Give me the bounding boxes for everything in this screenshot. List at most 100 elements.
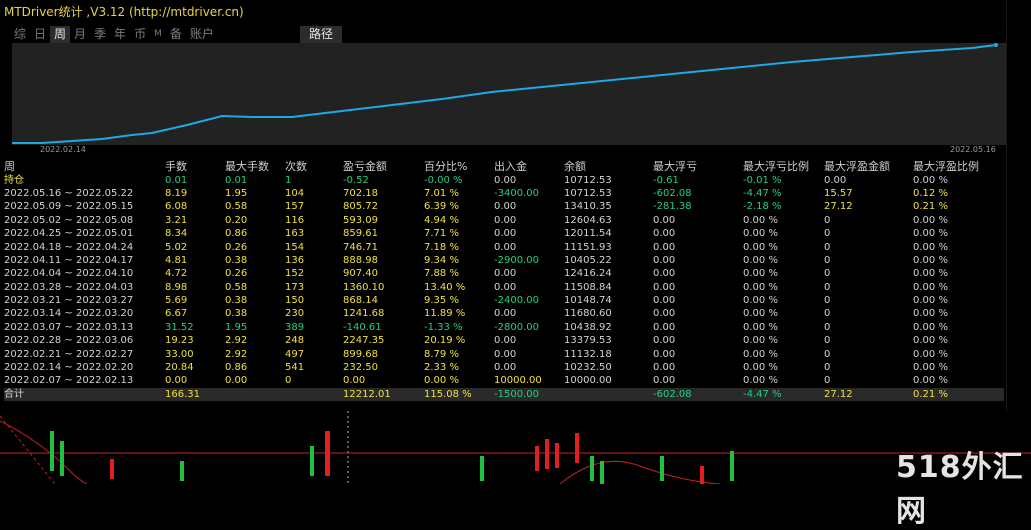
table-row[interactable]: 2022.04.04 ~ 2022.04.10 4.72 0.26 152 907.40…: [4, 267, 1004, 280]
header-week[interactable]: 周: [4, 160, 165, 173]
cell-max-float-loss-ratio: -0.01 %: [743, 174, 782, 186]
cell-balance: 10405.22: [564, 254, 612, 266]
cell-max-float-loss: 0.00: [653, 348, 676, 360]
table-row[interactable]: 2022.04.18 ~ 2022.04.24 5.02 0.26 154 746.71…: [4, 240, 1004, 253]
cell-balance: 10712.53: [564, 187, 612, 199]
total-deposit: -1500.00: [494, 387, 564, 402]
cell-max-lots: 0.86: [225, 228, 248, 240]
price-scale: [1006, 0, 1031, 411]
cell-deposit: 0.00: [494, 241, 517, 253]
candle: [60, 441, 64, 476]
cell-deposit: -2900.00: [494, 254, 539, 266]
total-count: [285, 387, 343, 402]
cell-max-float-loss-ratio: 0.00 %: [743, 281, 778, 293]
tab-currency[interactable]: 币: [130, 26, 150, 43]
table-row[interactable]: 2022.05.02 ~ 2022.05.08 3.21 0.20 116 593.09…: [4, 214, 1004, 227]
table-row[interactable]: 2022.02.07 ~ 2022.02.13 0.00 0.00 0 0.00 0.00…: [4, 374, 1004, 387]
table-row[interactable]: 2022.05.16 ~ 2022.05.22 8.19 1.95 104 702.18…: [4, 187, 1004, 200]
tab-backup[interactable]: 备: [166, 26, 186, 43]
cell-percent: -0.00 %: [424, 174, 463, 186]
cell-balance: 11151.93: [564, 241, 612, 253]
header-deposit[interactable]: 出入金: [494, 160, 564, 173]
total-pnl: 12212.01: [343, 387, 424, 402]
cell-max-float-profit-ratio: 0.12 %: [913, 187, 948, 199]
cell-count: 1: [285, 174, 292, 186]
cell-percent: 13.40 %: [424, 281, 466, 293]
price-chart-background: [0, 411, 1031, 484]
tab-day[interactable]: 日: [30, 26, 50, 43]
tab-quarter[interactable]: 季: [90, 26, 110, 43]
tab-bar: 综 日 周 月 季 年 币 M 备 账户 路径: [10, 25, 342, 43]
header-max-float-loss-ratio[interactable]: 最大浮亏比例: [743, 160, 824, 173]
header-max-float-loss[interactable]: 最大浮亏: [653, 160, 743, 173]
cell-pnl: 593.09: [343, 214, 378, 226]
candle: [600, 461, 604, 484]
cell-deposit: 0.00: [494, 281, 517, 293]
tab-month[interactable]: 月: [70, 26, 90, 43]
position-row[interactable]: 持仓 0.01 0.01 1 -0.52 -0.00 % 0.00 10712.53 -0.61…: [4, 173, 1004, 186]
cell-lots: 4.72: [165, 268, 188, 280]
table-row[interactable]: 2022.02.21 ~ 2022.02.27 33.00 2.92 497 899.6…: [4, 347, 1004, 360]
tab-m[interactable]: M: [150, 26, 166, 43]
cell-lots: 5.02: [165, 241, 188, 253]
table-row[interactable]: 2022.03.21 ~ 2022.03.27 5.69 0.38 150 868.14…: [4, 294, 1004, 307]
cell-count: 230: [285, 308, 305, 320]
cell-deposit: 0.00: [494, 335, 517, 347]
chart-end-date: 2022.05.16: [950, 145, 996, 154]
cell-count: 541: [285, 362, 305, 374]
cell-pnl: 746.71: [343, 241, 378, 253]
cell-deposit: -2800.00: [494, 321, 539, 333]
tab-path[interactable]: 路径: [300, 25, 342, 43]
header-lots[interactable]: 手数: [165, 160, 225, 173]
cell-week: 2022.04.18 ~ 2022.04.24: [4, 241, 134, 253]
cell-week: 2022.02.07 ~ 2022.02.13: [4, 375, 134, 387]
table-row[interactable]: 2022.04.11 ~ 2022.04.17 4.81 0.38 136 888.98…: [4, 254, 1004, 267]
cell-max-float-loss-ratio: 0.00 %: [743, 362, 778, 374]
header-count[interactable]: 次数: [285, 160, 343, 173]
cell-lots: 31.52: [165, 321, 194, 333]
cell-lots: 33.00: [165, 348, 194, 360]
header-max-float-profit-ratio[interactable]: 最大浮盈比例: [913, 160, 1004, 173]
candle: [110, 459, 114, 479]
cell-lots: 8.98: [165, 281, 188, 293]
total-balance: [564, 387, 653, 402]
header-balance[interactable]: 余额: [564, 160, 653, 173]
cell-max-float-profit-ratio: 0.00 %: [913, 295, 948, 307]
cell-max-lots: 0.38: [225, 295, 248, 307]
candle: [660, 456, 664, 481]
chart-start-date: 2022.02.14: [40, 145, 86, 154]
cell-week: 2022.05.16 ~ 2022.05.22: [4, 187, 134, 199]
tab-year[interactable]: 年: [110, 26, 130, 43]
table-row[interactable]: 2022.03.07 ~ 2022.03.13 31.52 1.95 389 -140.…: [4, 321, 1004, 334]
candle: [730, 451, 734, 481]
cell-deposit: -3400.00: [494, 187, 539, 199]
table-row[interactable]: 2022.02.28 ~ 2022.03.06 19.23 2.92 248 2247.…: [4, 334, 1004, 347]
table-row[interactable]: 2022.03.14 ~ 2022.03.20 6.67 0.38 230 1241.6…: [4, 307, 1004, 320]
cell-max-float-profit: 0: [824, 308, 831, 320]
tab-summary[interactable]: 综: [10, 26, 30, 43]
header-pnl[interactable]: 盈亏金额: [343, 160, 424, 173]
cell-percent: 8.79 %: [424, 348, 459, 360]
header-max-lots[interactable]: 最大手数: [225, 160, 285, 173]
total-percent: 115.08 %: [424, 387, 494, 402]
table-row[interactable]: 2022.02.14 ~ 2022.02.20 20.84 0.86 541 232.5…: [4, 361, 1004, 374]
table-row[interactable]: 2022.05.09 ~ 2022.05.15 6.08 0.58 157 805.72…: [4, 200, 1004, 213]
table-row[interactable]: 2022.04.25 ~ 2022.05.01 8.34 0.86 163 859.61…: [4, 227, 1004, 240]
cell-lots: 19.23: [165, 335, 194, 347]
cell-deposit: 10000.00: [494, 375, 542, 387]
header-max-float-profit[interactable]: 最大浮盈金额: [824, 160, 913, 173]
cell-max-float-loss-ratio: 0.00 %: [743, 295, 778, 307]
cell-max-float-profit: 0: [824, 281, 831, 293]
total-lots: 166.31: [165, 387, 225, 402]
total-max-float-loss: -602.08: [653, 387, 743, 402]
candle: [180, 461, 184, 481]
header-percent[interactable]: 百分比%: [424, 160, 494, 173]
tab-account[interactable]: 账户: [186, 26, 218, 43]
tab-week[interactable]: 周: [50, 25, 71, 43]
cell-percent: 4.94 %: [424, 214, 459, 226]
cell-count: 152: [285, 268, 305, 280]
cell-pnl: 702.18: [343, 187, 378, 199]
table-row[interactable]: 2022.03.28 ~ 2022.04.03 8.98 0.58 173 1360.1…: [4, 281, 1004, 294]
cell-max-float-loss-ratio: 0.00 %: [743, 228, 778, 240]
cell-pnl: 1241.68: [343, 308, 385, 320]
